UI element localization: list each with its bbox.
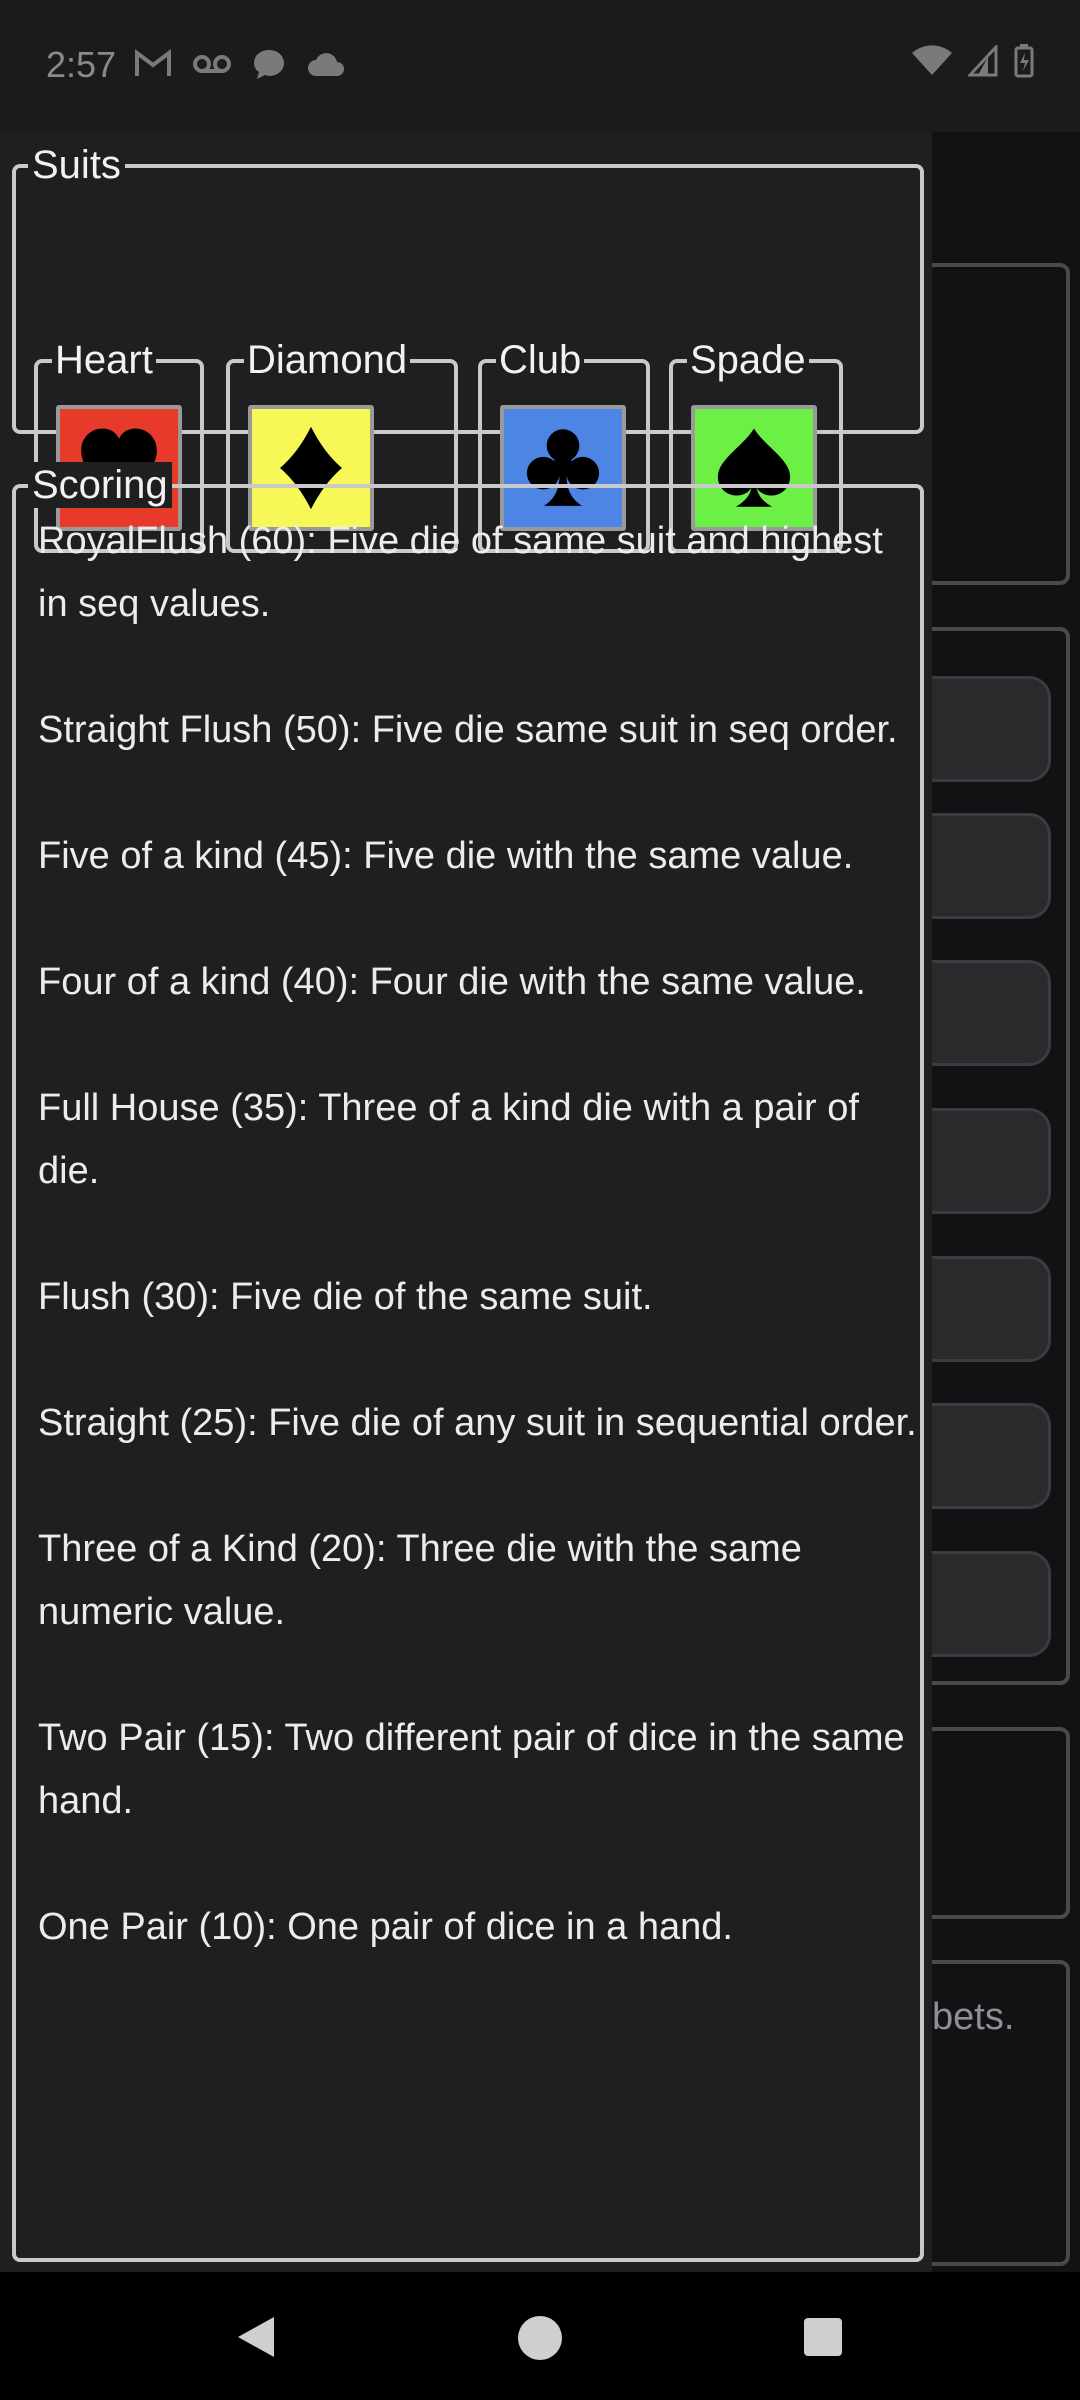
help-drawer[interactable]: Suits Heart Diamond Club Spade Scoring R… — [0, 132, 932, 2272]
cloud-icon — [308, 53, 344, 76]
background-frame — [910, 263, 1070, 585]
navigation-bar — [0, 2272, 1080, 2400]
notification-icons — [134, 48, 346, 80]
background-partial-text: bets. — [932, 1996, 1015, 2038]
scoring-rule: Straight Flush (50): Five die same suit … — [38, 709, 898, 751]
scoring-rule: RoyalFlush (60): Five die of same suit a… — [38, 520, 883, 625]
scoring-rule: Flush (30): Five die of the same suit. — [38, 1276, 653, 1318]
back-icon[interactable] — [234, 2314, 278, 2360]
suit-label: Club — [496, 337, 585, 383]
voicemail-icon — [193, 55, 231, 73]
scoring-rule: Straight (25): Five die of any suit in s… — [38, 1402, 917, 1444]
suit-label: Diamond — [244, 337, 411, 383]
status-time: 2:57 — [46, 44, 117, 85]
messages-icon — [254, 50, 284, 79]
system-icons — [912, 44, 1034, 78]
suit-label: Heart — [52, 337, 156, 383]
scoring-rule: Four of a kind (40): Four die with the s… — [38, 961, 866, 1003]
recents-icon[interactable] — [802, 2316, 844, 2358]
suit-label: Spade — [687, 337, 809, 383]
gmail-icon — [135, 49, 171, 76]
status-bar: 2:57 — [0, 0, 1080, 132]
home-icon[interactable] — [516, 2314, 564, 2362]
wifi-icon — [912, 45, 952, 75]
scoring-rule: Three of a Kind (20): Three die with the… — [38, 1528, 802, 1633]
suits-title: Suits — [28, 142, 125, 188]
scoring-group: Scoring RoyalFlush (60): Five die of sam… — [12, 462, 924, 2262]
scoring-rule: Five of a kind (45): Five die with the s… — [38, 835, 854, 877]
scoring-rule: Full House (35): Three of a kind die wit… — [38, 1087, 859, 1192]
background-frame — [910, 1727, 1070, 1919]
scoring-title: Scoring — [28, 462, 172, 508]
signal-icon — [968, 45, 998, 77]
scoring-rule: Two Pair (15): Two different pair of dic… — [38, 1717, 905, 1822]
battery-icon — [1014, 44, 1034, 78]
scoring-rules: RoyalFlush (60): Five die of same suit a… — [38, 510, 918, 1959]
scoring-rule: One Pair (10): One pair of dice in a han… — [38, 1906, 733, 1948]
